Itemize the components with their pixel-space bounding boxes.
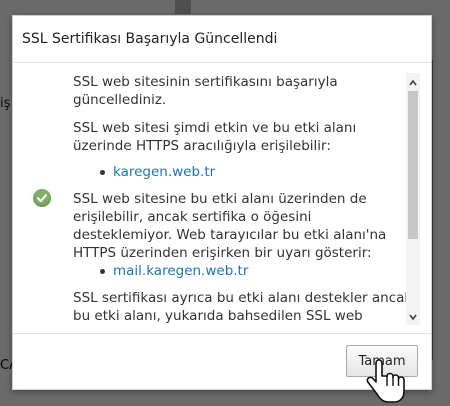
message-active-domain: SSL web sitesi şimdi etkin ve bu etki al…	[73, 120, 357, 154]
domain-link-primary[interactable]: karegen.web.tr	[113, 164, 215, 180]
footer-divider	[13, 333, 431, 334]
dialog-title: SSL Sertifikası Başarıyla Güncellendi	[13, 16, 431, 63]
message-unsupported-domain: SSL web sitesine bu etki alanı üzerinden…	[73, 191, 387, 261]
scroll-down-arrow-icon[interactable]	[406, 309, 420, 323]
scrollbar-thumb[interactable]	[408, 91, 418, 239]
domain-list-primary: karegen.web.tr	[73, 163, 413, 181]
check-circle-icon	[33, 189, 51, 207]
hand-pointer-cursor-icon	[366, 359, 405, 403]
message-text: SSL web sitesinin sertifikasını başarıyl…	[73, 73, 413, 325]
message-success: SSL web sitesinin sertifikasını başarıyl…	[73, 74, 338, 108]
domain-link-mail[interactable]: mail.karegen.web.tr	[113, 263, 248, 279]
dialog-content[interactable]: SSL web sitesinin sertifikasını başarıyl…	[13, 73, 420, 325]
scroll-up-arrow-icon[interactable]	[406, 75, 420, 89]
list-item: karegen.web.tr	[73, 163, 413, 181]
ssl-success-dialog: SSL Sertifikası Başarıyla Güncellendi SS…	[12, 15, 432, 390]
content-scrollbar[interactable]	[406, 73, 420, 325]
message-additional-domain: SSL sertifikası ayrıca bu etki alanı des…	[73, 290, 413, 324]
domain-list-mail: mail.karegen.web.tr	[73, 262, 413, 280]
list-item: mail.karegen.web.tr	[73, 262, 413, 280]
